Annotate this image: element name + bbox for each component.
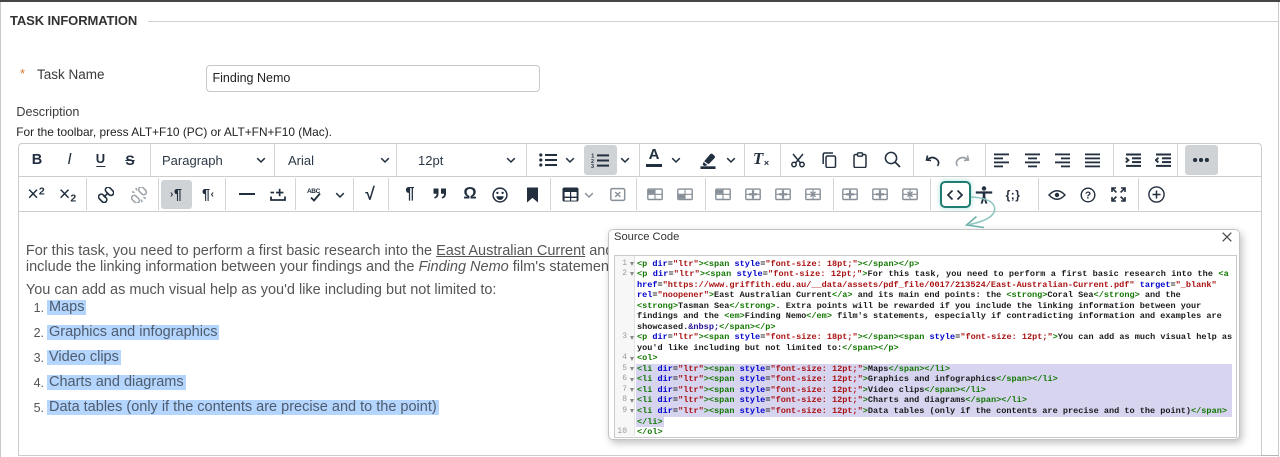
- svg-text:3: 3: [591, 164, 594, 168]
- svg-text:?: ?: [1085, 190, 1091, 201]
